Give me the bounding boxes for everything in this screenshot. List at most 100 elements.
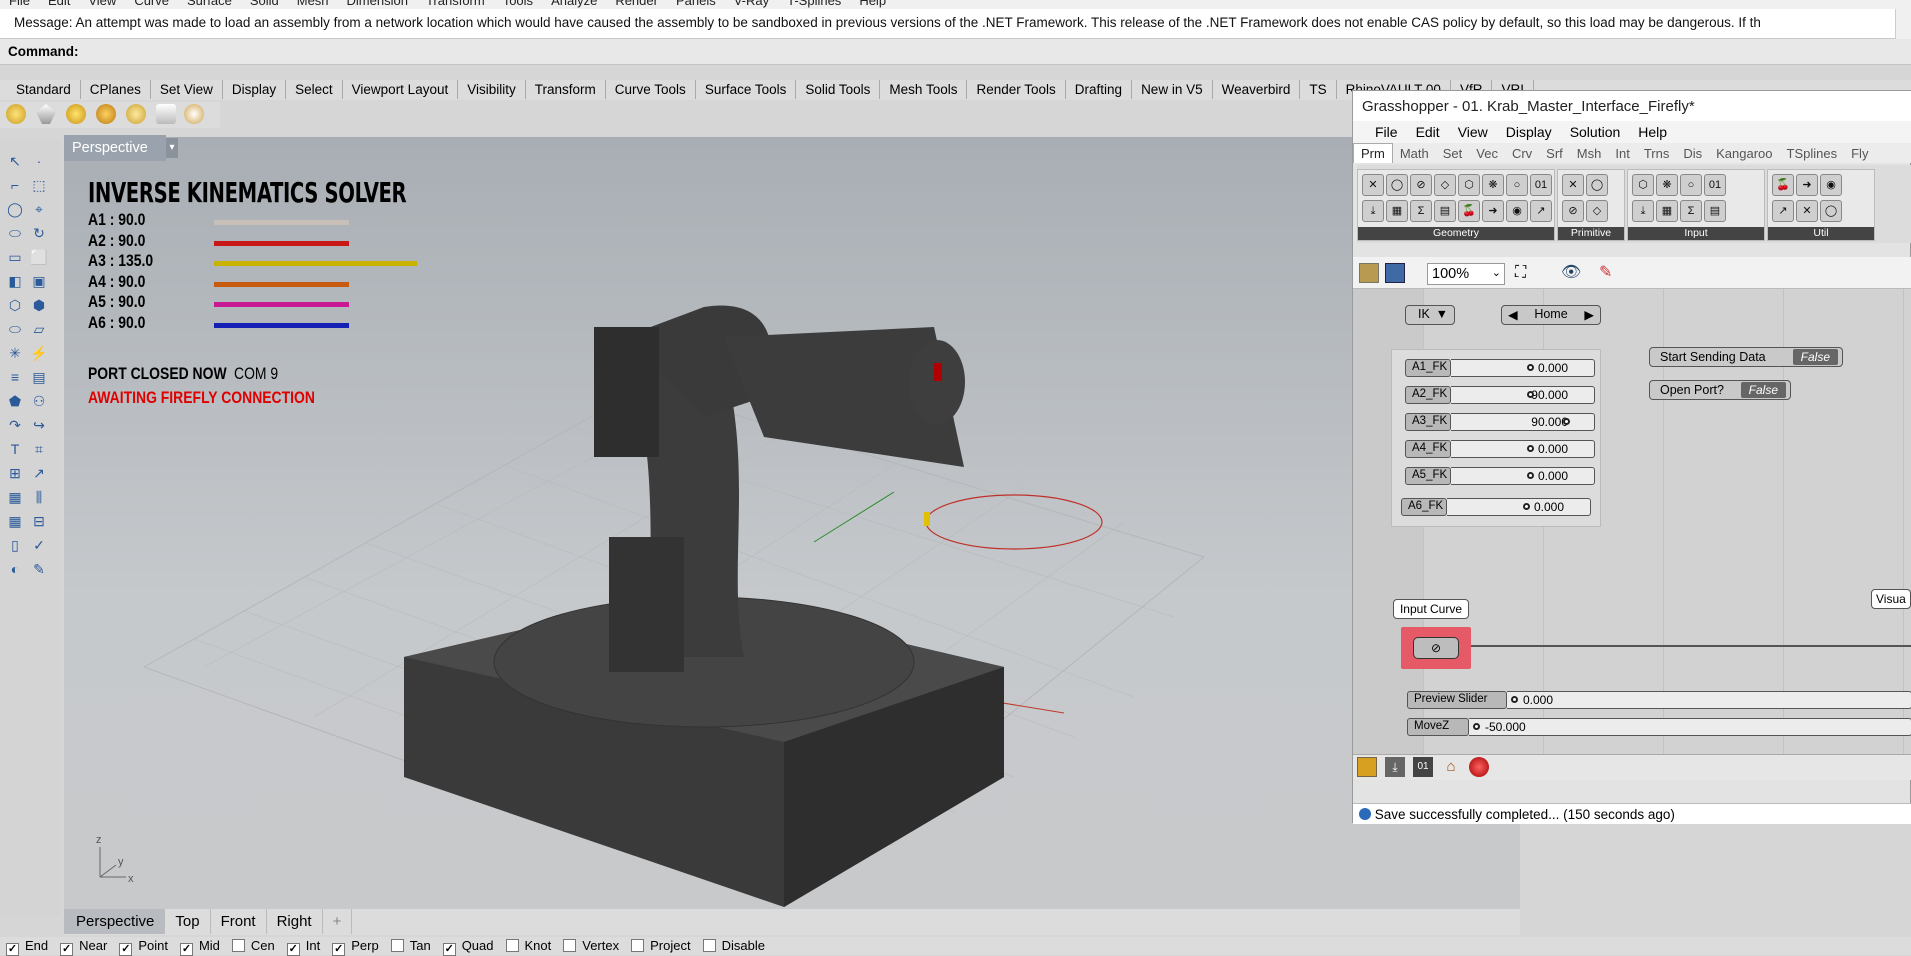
osnap-quad[interactable]: Quad [442, 938, 500, 956]
osnap-disable[interactable]: Disable [702, 938, 771, 953]
home-button[interactable]: ◀ Home ▶ [1501, 305, 1601, 325]
left-tool-icon[interactable]: ▦ [6, 488, 24, 506]
gh-category-tab[interactable]: Dis [1676, 144, 1709, 163]
checkbox-icon[interactable] [332, 943, 346, 956]
left-tool-icon[interactable]: ▦ [6, 512, 24, 530]
preview-slider-knob[interactable] [1511, 696, 1518, 703]
slider-a2_fk[interactable]: A2_FK -90.000 [1405, 386, 1595, 404]
left-tool-icon[interactable]: ✓ [30, 536, 48, 554]
osnap-cen[interactable]: Cen [231, 938, 281, 953]
menu-item-help[interactable]: Help [859, 0, 886, 8]
slider-knob[interactable] [1527, 364, 1534, 371]
left-tool-icon[interactable]: ⫼ [30, 488, 48, 506]
toggle-start-sending-data[interactable]: Start Sending Data False [1649, 347, 1843, 367]
left-tool-icon[interactable]: ✳ [6, 344, 24, 362]
left-tool-icon[interactable]: ⬭ [6, 320, 24, 338]
slider-knob[interactable] [1527, 391, 1534, 398]
slider-knob[interactable] [1527, 472, 1534, 479]
binary-icon[interactable]: 01 [1413, 757, 1433, 777]
grasshopper-canvas[interactable]: IK ▼ ◀ Home ▶ A1_FK 0.000 A2_FK -90.000 A3_F… [1353, 289, 1911, 754]
open-file-icon[interactable] [1359, 263, 1379, 283]
toolbar-tab[interactable]: Surface Tools [696, 80, 797, 99]
left-tool-icon[interactable]: ⬢ [30, 296, 48, 314]
checkbox-icon[interactable] [505, 939, 519, 952]
preview-slider[interactable]: Preview Slider 0.000 [1407, 691, 1911, 709]
render-icon[interactable] [184, 104, 204, 124]
left-tool-icon[interactable]: ⚡ [30, 344, 48, 362]
toolbar-tab[interactable]: Display [223, 80, 287, 99]
left-tool-icon[interactable]: ⊞ [6, 464, 24, 482]
left-tool-icon[interactable]: ▭ [6, 248, 24, 266]
gh-menu-file[interactable]: File [1353, 121, 1407, 143]
viewport-tab-top[interactable]: Top [165, 909, 211, 934]
osnap-perp[interactable]: Perp [332, 938, 384, 956]
palette-component-icon[interactable]: ◯ [1586, 174, 1608, 196]
menu-item-solid[interactable]: Solid [250, 0, 279, 8]
palette-component-icon[interactable]: ▦ [1656, 200, 1678, 222]
toolbar-tab[interactable]: Select [286, 80, 343, 99]
toolbar-tab[interactable]: Viewport Layout [343, 80, 459, 99]
left-tool-icon[interactable]: ◯ [6, 200, 24, 218]
slider-value[interactable]: 0.000 [1451, 440, 1595, 458]
palette-component-icon[interactable]: ▦ [1386, 200, 1408, 222]
palette-component-icon[interactable]: ❋ [1482, 174, 1504, 196]
checkbox-icon[interactable] [286, 943, 300, 956]
checkbox-icon[interactable] [702, 939, 716, 952]
toolbar-tab[interactable]: Render Tools [967, 80, 1066, 99]
movez-value[interactable]: -50.000 [1469, 718, 1911, 736]
palette-component-icon[interactable]: ↗ [1772, 200, 1794, 222]
command-line[interactable]: Command: [0, 39, 1911, 65]
palette-component-icon[interactable]: ○ [1506, 174, 1528, 196]
viewport-menu-arrow-icon[interactable]: ▾ [166, 138, 178, 158]
gh-menu-view[interactable]: View [1449, 121, 1497, 143]
left-tool-icon[interactable]: ⬚ [30, 176, 48, 194]
firefly-icon[interactable] [1357, 757, 1377, 777]
palette-component-icon[interactable]: ⤓ [1632, 200, 1654, 222]
left-tool-icon[interactable]: ⬭ [6, 224, 24, 242]
palette-component-icon[interactable]: ◇ [1586, 200, 1608, 222]
palette-component-icon[interactable]: ❋ [1656, 174, 1678, 196]
zoom-select[interactable]: 100% ⌄ [1427, 263, 1505, 285]
toolbar-tab[interactable]: Mesh Tools [880, 80, 968, 99]
sketch-icon[interactable]: ✎ [1599, 263, 1619, 283]
environment-icon[interactable] [126, 104, 146, 124]
palette-component-icon[interactable]: ▤ [1434, 200, 1456, 222]
checkbox-icon[interactable] [179, 943, 193, 956]
record-icon[interactable] [1469, 757, 1489, 777]
movez-knob[interactable] [1473, 723, 1480, 730]
toolbar-tab[interactable]: Curve Tools [606, 80, 696, 99]
viewport-tab-front[interactable]: Front [211, 909, 267, 934]
menu-item-analyze[interactable]: Analyze [551, 0, 597, 8]
material-icon[interactable] [96, 104, 116, 124]
checkbox-icon[interactable] [231, 939, 245, 952]
palette-component-icon[interactable]: 01 [1704, 174, 1726, 196]
left-tool-icon[interactable]: ✎ [30, 560, 48, 578]
slider-a1_fk[interactable]: A1_FK 0.000 [1405, 359, 1595, 377]
toolbar-tab[interactable]: Transform [526, 80, 606, 99]
menu-item-edit[interactable]: Edit [48, 0, 70, 8]
osnap-end[interactable]: End [6, 938, 54, 956]
left-tool-icon[interactable]: ▣ [30, 272, 48, 290]
left-tool-icon[interactable]: ▯ [6, 536, 24, 554]
toolbar-tab[interactable]: Drafting [1066, 80, 1133, 99]
viewport-title-tab[interactable]: Perspective ▾ [64, 135, 178, 161]
left-tool-icon[interactable]: ↻ [30, 224, 48, 242]
gh-category-tab[interactable]: Prm [1353, 143, 1393, 163]
gh-category-tab[interactable]: Kangaroo [1709, 144, 1779, 163]
osnap-mid[interactable]: Mid [179, 938, 226, 956]
gh-category-tab[interactable]: Trns [1637, 144, 1677, 163]
gh-category-tab[interactable]: TSplines [1780, 144, 1845, 163]
ik-value-list[interactable]: IK ▼ [1405, 305, 1455, 325]
palette-component-icon[interactable]: 🍒 [1772, 174, 1794, 196]
movez-slider[interactable]: MoveZ -50.000 [1407, 718, 1911, 736]
palette-component-icon[interactable]: ◉ [1820, 174, 1842, 196]
gh-menu-edit[interactable]: Edit [1407, 121, 1449, 143]
left-tool-icon[interactable]: ◧ [6, 272, 24, 290]
sphere-render-icon[interactable] [66, 104, 86, 124]
osnap-near[interactable]: Near [60, 938, 113, 956]
checkbox-icon[interactable] [60, 943, 74, 956]
viewport-tab-right[interactable]: Right [267, 909, 323, 934]
menu-item-surface[interactable]: Surface [187, 0, 232, 8]
left-tool-icon[interactable]: T [6, 440, 24, 458]
palette-component-icon[interactable]: ⊘ [1410, 174, 1432, 196]
